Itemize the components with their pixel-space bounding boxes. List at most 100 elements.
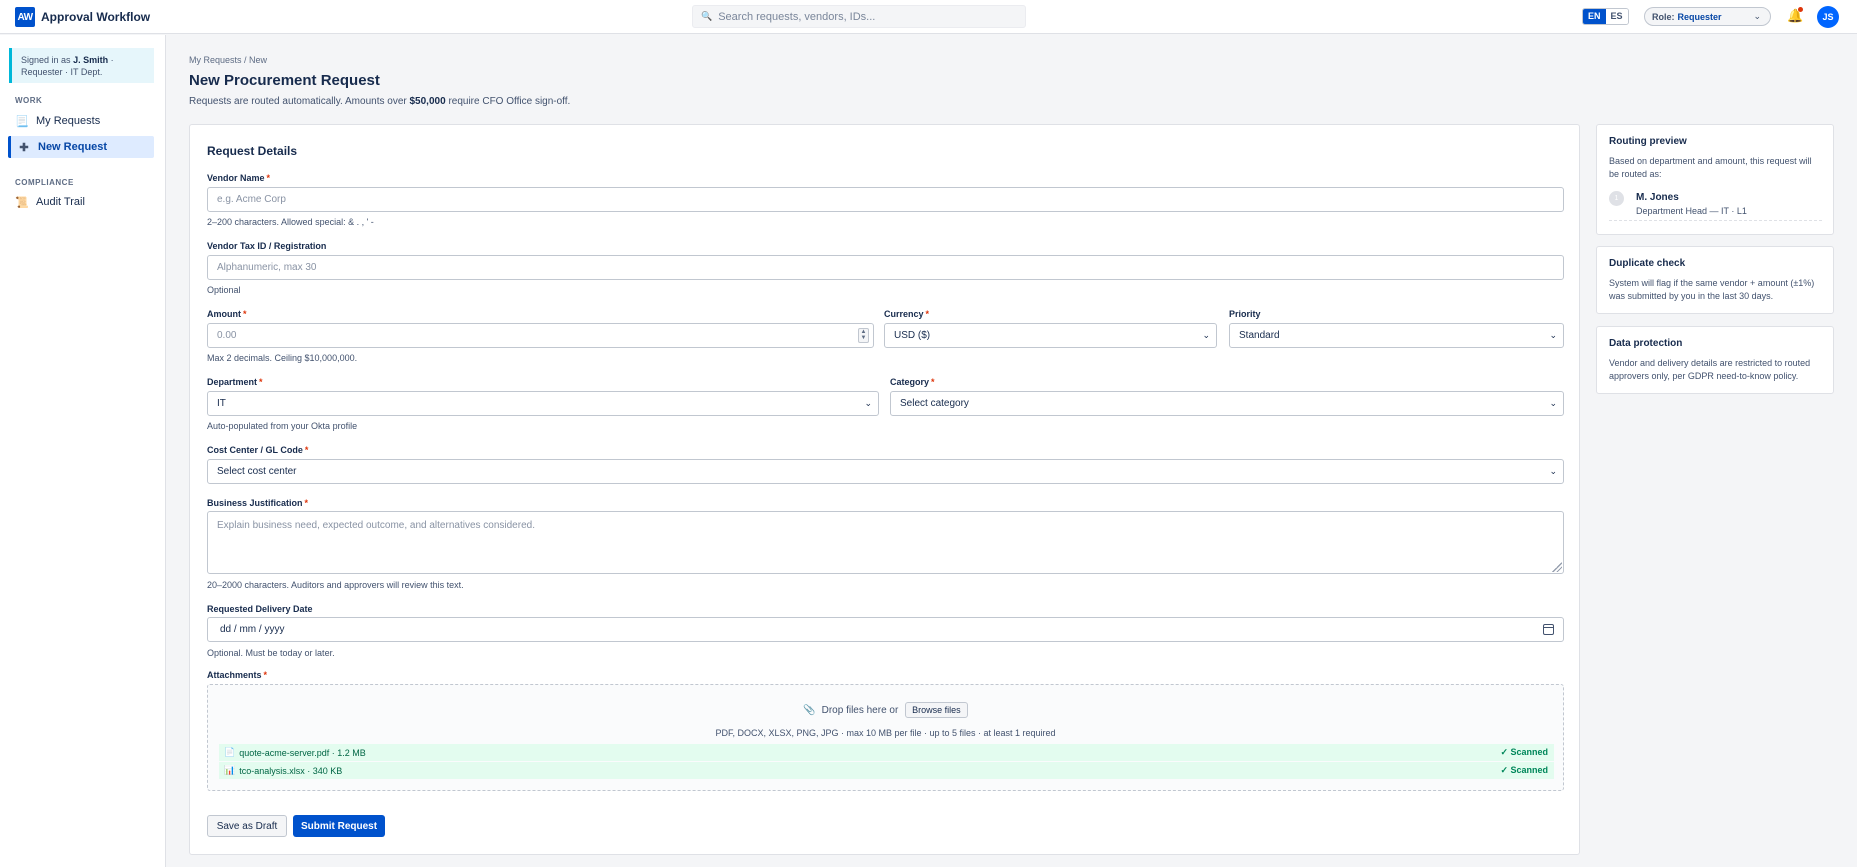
amount-field[interactable]: 0.00 ▲ ▼ xyxy=(207,323,874,348)
cost-center-value: Select cost center xyxy=(217,466,297,477)
required-marker: * xyxy=(304,445,309,455)
priority-label: Priority xyxy=(1229,309,1261,319)
department-select[interactable]: IT ⌄ xyxy=(207,391,879,416)
sidebar-item-label: Audit Trail xyxy=(36,196,85,208)
currency-value: USD ($) xyxy=(894,330,931,341)
data-protection-panel: Data protection Vendor and delivery deta… xyxy=(1596,326,1834,394)
justification-help: 20–2000 characters. Auditors and approve… xyxy=(207,580,464,590)
justification-placeholder: Explain business need, expected outcome,… xyxy=(217,520,535,531)
calendar-icon[interactable] xyxy=(1543,624,1554,635)
panel-title: Routing preview xyxy=(1609,136,1687,147)
justification-label: Business Justification * xyxy=(207,498,308,508)
label-text: Department xyxy=(207,377,258,387)
language-switcher: EN ES xyxy=(1582,8,1629,25)
attachment-file-name: tco-analysis.xlsx · 340 KB xyxy=(239,765,343,776)
currency-select[interactable]: USD ($) ⌄ xyxy=(884,323,1217,348)
category-label: Category * xyxy=(890,377,935,387)
page-subtitle: Requests are routed automatically. Amoun… xyxy=(189,96,570,107)
app-logo[interactable]: AW xyxy=(15,7,35,27)
lang-es-button[interactable]: ES xyxy=(1605,9,1628,24)
request-form-card: Request Details Vendor Name * e.g. Acme C… xyxy=(189,124,1580,855)
vendor-tax-field[interactable]: Alphanumeric, max 30 xyxy=(207,255,1564,280)
chevron-down-icon: ⌄ xyxy=(1549,398,1557,408)
panel-text: Vendor and delivery details are restrict… xyxy=(1609,358,1811,381)
panel-text: System will flag if the same vendor + am… xyxy=(1609,278,1815,301)
chevron-down-icon: ⌄ xyxy=(1202,330,1210,340)
search-icon: 🔍 xyxy=(701,11,713,21)
amount-placeholder: 0.00 xyxy=(217,330,237,341)
submit-request-button[interactable]: Submit Request xyxy=(293,815,385,837)
vendor-tax-help: Optional xyxy=(207,285,241,295)
attachment-file-row[interactable]: 📄 quote-acme-server.pdf · 1.2 MB ✓ Scann… xyxy=(219,744,1554,761)
breadcrumb[interactable]: My Requests / New xyxy=(189,55,267,65)
file-icon: 📄 xyxy=(224,747,236,757)
sidebar: Signed in as J. Smith · Requester · IT D… xyxy=(0,35,166,867)
panel-title: Data protection xyxy=(1609,338,1683,349)
approver-name: M. Jones xyxy=(1636,192,1679,203)
attachment-file-row[interactable]: 📊 tco-analysis.xlsx · 340 KB ✓ Scanned xyxy=(219,762,1554,779)
sidebar-section-compliance: COMPLIANCE xyxy=(15,178,74,187)
signed-in-prefix: Signed in as xyxy=(21,55,71,65)
sidebar-item-my-requests[interactable]: 📃 My Requests xyxy=(8,110,154,132)
category-select[interactable]: Select category ⌄ xyxy=(890,391,1564,416)
chevron-down-icon: ⌄ xyxy=(1753,11,1761,21)
sidebar-item-label: New Request xyxy=(38,141,108,153)
paperclip-icon: 📎 xyxy=(803,705,816,716)
panel-text: Based on department and amount, this req… xyxy=(1609,156,1812,179)
vendor-tax-label: Vendor Tax ID / Registration xyxy=(207,241,327,251)
signed-in-role: Requester · IT Dept. xyxy=(21,67,103,77)
search-input[interactable] xyxy=(718,10,1019,23)
label-text: Cost Center / GL Code xyxy=(207,445,303,455)
sidebar-item-audit-trail[interactable]: 📜 Audit Trail xyxy=(8,191,154,213)
routing-approver: 1 M. Jones Department Head — IT · L1 xyxy=(1609,191,1822,221)
required-marker: * xyxy=(263,670,268,680)
drop-text: Drop files here or xyxy=(821,705,899,716)
label-text: Vendor Name xyxy=(207,173,265,183)
chevron-down-icon: ⌄ xyxy=(864,398,872,408)
role-value: Requester xyxy=(1677,11,1722,22)
attachments-dropzone[interactable]: 📎 Drop files here or Browse files PDF, D… xyxy=(207,684,1564,791)
vendor-name-label: Vendor Name * xyxy=(207,173,270,183)
panel-title: Duplicate check xyxy=(1609,258,1686,269)
attachments-label: Attachments * xyxy=(207,670,267,680)
label-text: Category xyxy=(890,377,930,387)
lang-en-button[interactable]: EN xyxy=(1583,9,1606,24)
routing-preview-panel: Routing preview Based on department and … xyxy=(1596,124,1834,235)
subtitle-text: Requests are routed automatically. Amoun… xyxy=(189,96,407,107)
form-section-title: Request Details xyxy=(207,144,298,158)
vendor-name-help: 2–200 characters. Allowed special: & . ,… xyxy=(207,217,374,227)
required-marker: * xyxy=(259,377,263,387)
browse-files-button[interactable]: Browse files xyxy=(905,702,968,718)
app-title[interactable]: Approval Workflow xyxy=(41,10,150,24)
role-label: Role: xyxy=(1652,11,1675,22)
justification-textarea[interactable]: Explain business need, expected outcome,… xyxy=(207,511,1564,574)
resize-handle-icon[interactable] xyxy=(1552,562,1562,572)
page-title: New Procurement Request xyxy=(189,72,380,89)
user-avatar[interactable]: JS xyxy=(1817,6,1839,28)
chevron-down-icon: ⌄ xyxy=(1549,330,1557,340)
cost-center-select[interactable]: Select cost center ⌄ xyxy=(207,459,1564,484)
scan-status: ✓ Scanned xyxy=(1500,747,1548,757)
label-text: Currency xyxy=(884,309,924,319)
priority-select[interactable]: Standard ⌄ xyxy=(1229,323,1564,348)
label-text: Business Justification xyxy=(207,498,303,508)
scan-status: ✓ Scanned xyxy=(1500,765,1548,775)
chevron-down-icon: ⌄ xyxy=(1549,466,1557,476)
duplicate-check-panel: Duplicate check System will flag if the … xyxy=(1596,246,1834,314)
required-marker: * xyxy=(925,309,930,319)
sidebar-item-new-request[interactable]: ✚ New Request xyxy=(8,136,154,158)
priority-value: Standard xyxy=(1239,330,1280,341)
amount-stepper[interactable]: ▲ ▼ xyxy=(858,328,869,343)
delivery-date-field[interactable]: dd / mm / yyyy xyxy=(207,617,1564,642)
category-value: Select category xyxy=(900,398,969,409)
signed-in-user: J. Smith xyxy=(73,55,109,65)
vendor-name-field[interactable]: e.g. Acme Corp xyxy=(207,187,1564,212)
top-bar: AW Approval Workflow 🔍 EN ES Role: Reque… xyxy=(0,0,1857,34)
role-selector[interactable]: Role: Requester ⌄ xyxy=(1644,7,1771,26)
attachment-rules: PDF, DOCX, XLSX, PNG, JPG · max 10 MB pe… xyxy=(715,728,1056,738)
approver-role: Department Head — IT · L1 xyxy=(1636,206,1747,216)
global-search[interactable]: 🔍 xyxy=(692,5,1026,28)
save-draft-button[interactable]: Save as Draft xyxy=(207,815,287,837)
sidebar-section-work: WORK xyxy=(15,96,43,105)
department-help: Auto-populated from your Okta profile xyxy=(207,421,358,431)
